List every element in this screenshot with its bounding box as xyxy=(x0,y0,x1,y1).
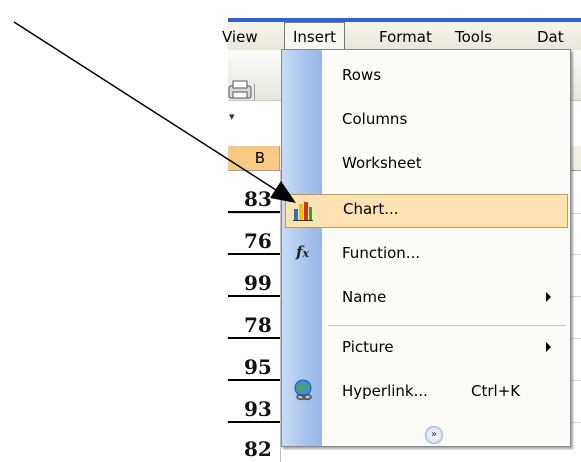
annotation-arrow xyxy=(13,21,296,203)
